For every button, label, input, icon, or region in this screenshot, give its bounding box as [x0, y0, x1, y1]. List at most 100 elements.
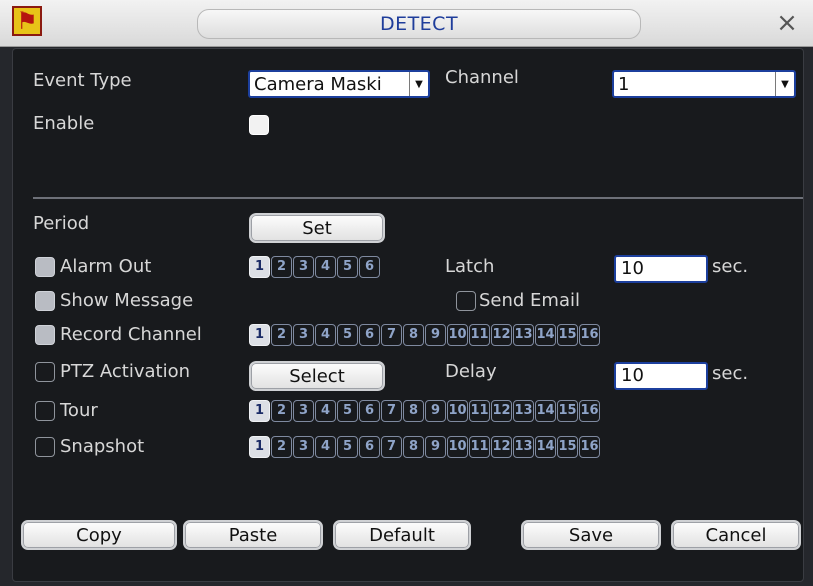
delay-label: Delay: [445, 361, 497, 382]
channel-toggle-13[interactable]: 13: [513, 324, 534, 346]
paste-button[interactable]: Paste: [183, 520, 323, 550]
channel-toggle-12[interactable]: 12: [491, 400, 512, 422]
latch-unit: sec.: [712, 256, 749, 277]
close-icon[interactable]: ×: [775, 10, 799, 36]
chevron-down-icon: ▼: [409, 72, 428, 96]
send-email-checkbox[interactable]: [456, 291, 476, 311]
channel-label: Channel: [445, 67, 519, 88]
channel-toggle-13[interactable]: 13: [513, 436, 534, 458]
channel-toggle-4[interactable]: 4: [315, 400, 336, 422]
event-type-value: Camera Maski: [254, 73, 382, 95]
channel-toggle-15[interactable]: 15: [557, 436, 578, 458]
channel-toggle-2[interactable]: 2: [271, 256, 292, 278]
latch-input[interactable]: 10: [614, 255, 708, 283]
channel-toggle-6[interactable]: 6: [359, 436, 380, 458]
channel-toggle-16[interactable]: 16: [579, 400, 600, 422]
channel-toggle-7[interactable]: 7: [381, 324, 402, 346]
period-label: Period: [33, 213, 90, 234]
ptz-activation-label: PTZ Activation: [60, 361, 191, 382]
channel-toggle-5[interactable]: 5: [337, 400, 358, 422]
record-channel-channels: 1 2 3 4 5 6 7 8 9 10 11 12 13 14 15 16: [249, 324, 600, 346]
title-pill: DETECT: [197, 9, 641, 39]
default-button[interactable]: Default: [333, 520, 471, 550]
channel-toggle-1[interactable]: 1: [249, 324, 270, 346]
channel-dropdown[interactable]: 1 ▼: [612, 70, 796, 98]
alarm-out-checkbox[interactable]: [35, 257, 55, 277]
channel-toggle-15[interactable]: 15: [557, 324, 578, 346]
channel-toggle-6[interactable]: 6: [359, 256, 380, 278]
channel-toggle-6[interactable]: 6: [359, 400, 380, 422]
copy-button[interactable]: Copy: [21, 520, 177, 550]
channel-toggle-1[interactable]: 1: [249, 256, 270, 278]
snapshot-channels: 1 2 3 4 5 6 7 8 9 10 11 12 13 14 15 16: [249, 436, 600, 458]
period-set-button[interactable]: Set: [249, 213, 385, 243]
channel-toggle-2[interactable]: 2: [271, 324, 292, 346]
event-type-dropdown[interactable]: Camera Maski ▼: [248, 70, 430, 98]
show-message-label: Show Message: [60, 290, 194, 311]
channel-toggle-10[interactable]: 10: [447, 324, 468, 346]
channel-toggle-7[interactable]: 7: [381, 400, 402, 422]
channel-toggle-14[interactable]: 14: [535, 400, 556, 422]
alarm-out-label: Alarm Out: [60, 256, 152, 277]
channel-toggle-3[interactable]: 3: [293, 256, 314, 278]
detect-dialog: ⚑ DETECT × Event Type Camera Maski ▼ Cha…: [0, 0, 813, 586]
channel-toggle-1[interactable]: 1: [249, 400, 270, 422]
dialog-body: Event Type Camera Maski ▼ Channel 1 ▼ En…: [12, 48, 804, 582]
channel-toggle-8[interactable]: 8: [403, 400, 424, 422]
channel-toggle-7[interactable]: 7: [381, 436, 402, 458]
channel-toggle-2[interactable]: 2: [271, 436, 292, 458]
ptz-select-button[interactable]: Select: [249, 361, 385, 391]
section-divider: [33, 197, 803, 199]
channel-toggle-2[interactable]: 2: [271, 400, 292, 422]
channel-toggle-10[interactable]: 10: [447, 436, 468, 458]
enable-checkbox[interactable]: [249, 115, 269, 135]
channel-toggle-12[interactable]: 12: [491, 436, 512, 458]
tour-label: Tour: [60, 400, 98, 421]
channel-toggle-14[interactable]: 14: [535, 324, 556, 346]
send-email-label: Send Email: [479, 290, 580, 311]
channel-toggle-9[interactable]: 9: [425, 400, 446, 422]
show-message-checkbox[interactable]: [35, 291, 55, 311]
channel-toggle-8[interactable]: 8: [403, 324, 424, 346]
record-channel-checkbox[interactable]: [35, 325, 55, 345]
channel-toggle-4[interactable]: 4: [315, 256, 336, 278]
channel-toggle-13[interactable]: 13: [513, 400, 534, 422]
channel-value: 1: [618, 73, 630, 95]
alarm-out-channels: 123456: [249, 256, 380, 278]
channel-toggle-12[interactable]: 12: [491, 324, 512, 346]
channel-toggle-11[interactable]: 11: [469, 436, 490, 458]
snapshot-checkbox[interactable]: [35, 437, 55, 457]
channel-toggle-9[interactable]: 9: [425, 324, 446, 346]
title-bar: ⚑ DETECT ×: [0, 0, 813, 47]
channel-toggle-9[interactable]: 9: [425, 436, 446, 458]
channel-toggle-4[interactable]: 4: [315, 324, 336, 346]
channel-toggle-3[interactable]: 3: [293, 324, 314, 346]
channel-toggle-11[interactable]: 11: [469, 400, 490, 422]
latch-label: Latch: [445, 256, 495, 277]
channel-toggle-8[interactable]: 8: [403, 436, 424, 458]
channel-toggle-10[interactable]: 10: [447, 400, 468, 422]
record-channel-label: Record Channel: [60, 324, 202, 345]
channel-toggle-5[interactable]: 5: [337, 256, 358, 278]
dialog-title: DETECT: [379, 13, 459, 35]
cancel-button[interactable]: Cancel: [671, 520, 801, 550]
channel-toggle-5[interactable]: 5: [337, 436, 358, 458]
channel-toggle-6[interactable]: 6: [359, 324, 380, 346]
channel-toggle-1[interactable]: 1: [249, 436, 270, 458]
save-button[interactable]: Save: [521, 520, 661, 550]
channel-toggle-3[interactable]: 3: [293, 436, 314, 458]
channel-toggle-3[interactable]: 3: [293, 400, 314, 422]
channel-toggle-5[interactable]: 5: [337, 324, 358, 346]
tour-checkbox[interactable]: [35, 401, 55, 421]
running-man-icon: ⚑: [12, 6, 42, 36]
delay-input[interactable]: 10: [614, 362, 708, 390]
channel-toggle-16[interactable]: 16: [579, 324, 600, 346]
channel-toggle-11[interactable]: 11: [469, 324, 490, 346]
delay-unit: sec.: [712, 363, 749, 384]
enable-label: Enable: [33, 113, 95, 134]
channel-toggle-15[interactable]: 15: [557, 400, 578, 422]
ptz-activation-checkbox[interactable]: [35, 362, 55, 382]
channel-toggle-16[interactable]: 16: [579, 436, 600, 458]
channel-toggle-4[interactable]: 4: [315, 436, 336, 458]
channel-toggle-14[interactable]: 14: [535, 436, 556, 458]
